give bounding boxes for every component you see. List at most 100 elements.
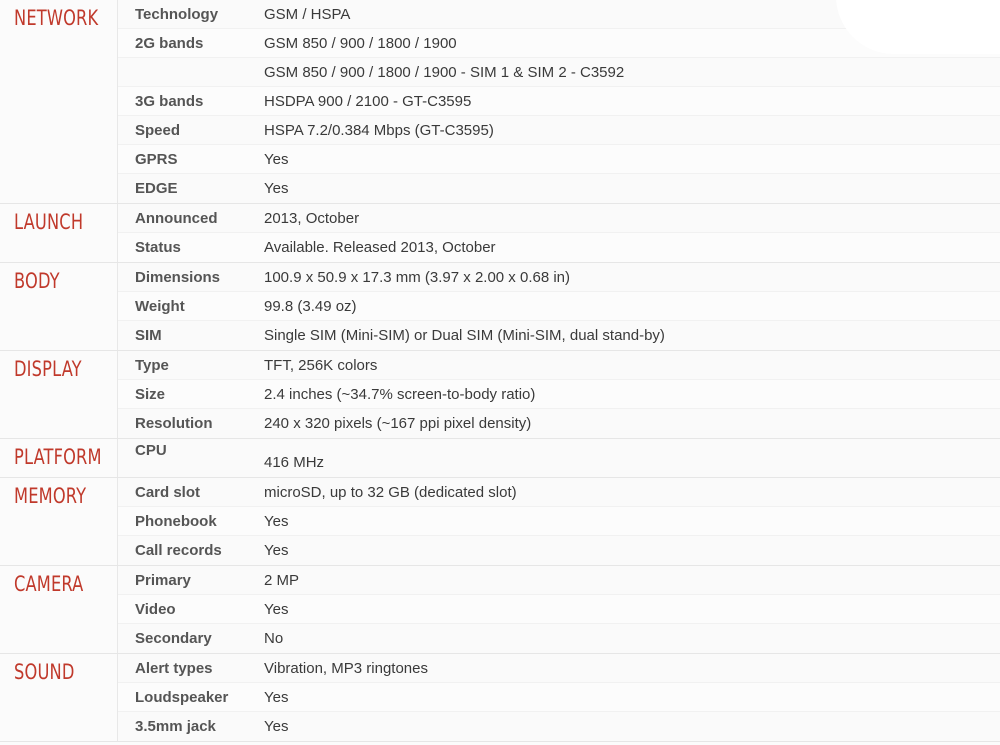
category-label-launch[interactable]: LAUNCH [14,208,103,237]
category-label-camera[interactable]: CAMERA [14,570,103,599]
spec-value: Yes [264,151,289,168]
table-row: Status Available. Released 2013, October [118,233,1000,262]
table-row: Card slot microSD, up to 32 GB (dedicated… [118,478,1000,507]
spec-value: 416 MHz [264,454,325,471]
table-row: 3G bands HSDPA 900 / 2100 - GT-C3595 [118,87,1000,116]
table-row: Video Yes [118,595,1000,624]
table-row: Size 2.4 inches (~34.7% screen-to-body ra… [118,380,1000,409]
category-cell: PLATFORM [0,439,118,477]
table-row: 3.5mm jack Yes [118,712,1000,741]
spec-rows: Technology GSM / HSPA 2G bands GSM 850 / 90… [118,0,1000,203]
table-row: Loudspeaker Yes [118,683,1000,712]
spec-value: 100.9 x 50.9 x 17.3 mm (3.97 x 2.00 x 0.… [264,269,571,286]
spec-rows: Announced 2013, October Status Available. R… [118,204,1000,262]
spec-section-sound: SOUND Alert types Vibration, MP3 ringtones… [0,654,1000,742]
table-row: GPRS Yes [118,145,1000,174]
spec-value: 2 MP [264,572,300,589]
spec-section-launch: LAUNCH Announced 2013, October Status Availa… [0,204,1000,263]
category-cell: CAMERA [0,566,118,653]
spec-value: HSDPA 900 / 2100 - GT-C3595 [264,93,472,110]
table-row: Speed HSPA 7.2/0.384 Mbps (GT-C3595) [118,116,1000,145]
table-row: Call records Yes [118,536,1000,565]
category-cell: BODY [0,263,118,350]
spec-label [118,71,264,77]
table-row: Type TFT, 256K colors [118,351,1000,380]
table-row: Phonebook Yes [118,507,1000,536]
spec-value: GSM 850 / 900 / 1800 / 1900 [264,35,457,52]
category-label-platform[interactable]: PLATFORM [14,443,103,472]
category-label-memory[interactable]: MEMORY [14,482,103,511]
spec-label: Announced [135,210,218,227]
category-cell: SOUND [0,654,118,741]
spec-value: Single SIM (Mini-SIM) or Dual SIM (Mini-… [264,327,665,344]
spec-label: SIM [135,327,162,344]
category-label-body[interactable]: BODY [14,267,103,296]
spec-section-network: NETWORK Technology GSM / HSPA 2G bands GSM 8… [0,0,1000,204]
spec-value: Yes [264,542,289,559]
spec-label: Phonebook [135,513,217,530]
spec-rows: CPU 416 MHz [118,439,1000,477]
spec-value: HSPA 7.2/0.384 Mbps (GT-C3595) [264,122,494,139]
phone-spec-sheet: NETWORK Technology GSM / HSPA 2G bands GSM 8… [0,0,1000,745]
spec-value: No [264,630,284,647]
spec-label: Loudspeaker [135,689,229,706]
category-cell: MEMORY [0,478,118,565]
spec-rows: Dimensions 100.9 x 50.9 x 17.3 mm (3.97 x… [118,263,1000,350]
spec-value: Yes [264,718,289,735]
spec-section-camera: CAMERA Primary 2 MP Video Yes Secondary No [0,566,1000,654]
spec-label: EDGE [135,180,178,197]
table-row: SIM Single SIM (Mini-SIM) or Dual SIM (Mi… [118,321,1000,350]
spec-value: Yes [264,180,289,197]
table-row: Alert types Vibration, MP3 ringtones [118,654,1000,683]
spec-label: Resolution [135,415,213,432]
category-label-display[interactable]: DISPLAY [14,355,103,384]
spec-rows: Type TFT, 256K colors Size 2.4 inches (~34.… [118,351,1000,438]
category-label-network[interactable]: NETWORK [14,4,103,33]
spec-rows: Primary 2 MP Video Yes Secondary No [118,566,1000,653]
spec-label: Status [135,239,181,256]
table-row: Weight 99.8 (3.49 oz) [118,292,1000,321]
spec-rows: Alert types Vibration, MP3 ringtones Louds… [118,654,1000,741]
table-row: Primary 2 MP [118,566,1000,595]
spec-section-display: DISPLAY Type TFT, 256K colors Size 2.4 inche… [0,351,1000,439]
spec-sections-container: NETWORK Technology GSM / HSPA 2G bands GSM 8… [0,0,1000,742]
spec-value: Yes [264,689,289,706]
spec-label: Type [135,357,169,374]
spec-value: Yes [264,601,289,618]
spec-section-memory: MEMORY Card slot microSD, up to 32 GB (ded… [0,478,1000,566]
spec-value: 2.4 inches (~34.7% screen-to-body ratio) [264,386,536,403]
spec-value: Available. Released 2013, October [264,239,496,256]
spec-value: Vibration, MP3 ringtones [264,660,428,677]
category-label-sound[interactable]: SOUND [14,658,103,687]
spec-label: 2G bands [135,35,204,52]
spec-label: Speed [135,122,181,139]
spec-label: Size [135,386,166,403]
table-row: Dimensions 100.9 x 50.9 x 17.3 mm (3.97 x… [118,263,1000,292]
spec-value: GSM / HSPA [264,6,351,23]
spec-section-platform: PLATFORM CPU 416 MHz [0,439,1000,478]
spec-label: 3G bands [135,93,204,110]
spec-value: 240 x 320 pixels (~167 ppi pixel density… [264,415,532,432]
spec-value: TFT, 256K colors [264,357,378,374]
spec-label: CPU [135,442,167,459]
spec-value: GSM 850 / 900 / 1800 / 1900 - SIM 1 & SI… [264,64,625,81]
spec-label: Technology [135,6,219,23]
spec-label: Dimensions [135,269,221,286]
spec-label: Weight [135,298,185,315]
spec-label: Secondary [135,630,212,647]
spec-label: GPRS [135,151,178,168]
table-row: 2G bands GSM 850 / 900 / 1800 / 1900 [118,29,1000,58]
spec-value: Yes [264,513,289,530]
spec-label: Card slot [135,484,201,501]
category-cell: DISPLAY [0,351,118,438]
table-row: EDGE Yes [118,174,1000,203]
spec-value: 99.8 (3.49 oz) [264,298,357,315]
table-row: Announced 2013, October [118,204,1000,233]
category-cell: NETWORK [0,0,118,203]
table-row: CPU 416 MHz [118,439,1000,477]
table-row: Secondary No [118,624,1000,653]
spec-rows: Card slot microSD, up to 32 GB (dedicated… [118,478,1000,565]
category-cell: LAUNCH [0,204,118,262]
spec-value: microSD, up to 32 GB (dedicated slot) [264,484,517,501]
table-row: GSM 850 / 900 / 1800 / 1900 - SIM 1 & SI… [118,58,1000,87]
